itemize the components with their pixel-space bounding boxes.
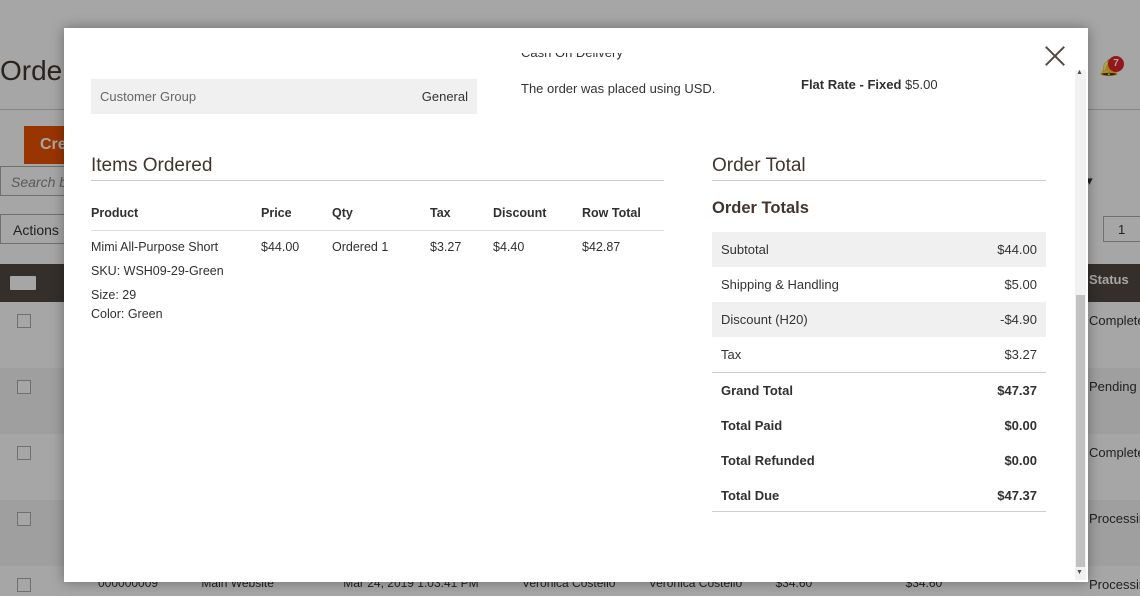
product-sku: SKU: WSH09-29-Green — [91, 264, 224, 278]
customer-group-label: Customer Group — [100, 89, 197, 104]
customer-group-row: Customer Group General — [91, 79, 477, 114]
totals-value: $44.00 — [997, 242, 1037, 257]
totals-row-shipping: Shipping & Handling $5.00 — [712, 267, 1046, 302]
totals-value: $5.00 — [1004, 277, 1037, 292]
order-totals-subtitle: Order Totals — [712, 199, 809, 217]
totals-label: Subtotal — [721, 242, 769, 257]
item-row-total: $42.87 — [582, 240, 621, 254]
item-discount: $4.40 — [493, 240, 525, 254]
column-header-discount: Discount — [493, 206, 547, 220]
totals-value: $0.00 — [1004, 453, 1037, 468]
totals-value: -$4.90 — [1000, 312, 1037, 327]
shipping-method-name: Flat Rate - Fixed — [801, 77, 902, 92]
divider — [91, 230, 664, 231]
shipping-method: Flat Rate - Fixed $5.00 — [801, 77, 938, 92]
column-header-price: Price — [261, 206, 292, 220]
totals-row-total-paid: Total Paid $0.00 — [712, 408, 1046, 443]
divider — [712, 180, 1046, 181]
totals-row-total-due: Total Due $47.37 — [712, 478, 1046, 513]
totals-label: Grand Total — [721, 383, 793, 398]
scrollbar-thumb[interactable] — [1076, 295, 1085, 567]
divider — [712, 511, 1046, 512]
totals-label: Total Due — [721, 488, 780, 503]
column-header-product: Product — [91, 206, 139, 220]
totals-value: $3.27 — [1004, 347, 1037, 362]
item-qty: Ordered 1 — [332, 240, 389, 254]
totals-label: Shipping & Handling — [721, 277, 839, 292]
column-header-qty: Qty — [332, 206, 353, 220]
totals-value: $47.37 — [997, 383, 1037, 398]
totals-label: Total Paid — [721, 418, 783, 433]
product-name: Mimi All-Purpose Short — [91, 240, 219, 254]
product-color: Color: Green — [91, 307, 163, 321]
shipping-method-price: $5.00 — [905, 77, 938, 92]
totals-row-grand-total: Grand Total $47.37 — [712, 373, 1046, 408]
totals-value: $47.37 — [997, 488, 1037, 503]
customer-group-value: General — [421, 89, 468, 104]
totals-row-total-refunded: Total Refunded $0.00 — [712, 443, 1046, 478]
order-currency-note: The order was placed using USD. — [521, 81, 716, 96]
totals-row-tax: Tax $3.27 — [712, 337, 1046, 372]
order-view-modal: ▲ ▼ Cash On Delivery Customer Group Gene… — [64, 28, 1088, 582]
product-size: Size: 29 — [91, 288, 137, 302]
totals-label: Discount (H20) — [721, 312, 808, 327]
order-total-title: Order Total — [712, 155, 806, 176]
totals-label: Total Refunded — [721, 453, 815, 468]
items-ordered-title: Items Ordered — [91, 155, 213, 176]
totals-row-discount: Discount (H20) -$4.90 — [712, 302, 1046, 337]
column-header-tax: Tax — [430, 206, 451, 220]
column-header-row-total: Row Total — [582, 206, 641, 220]
totals-label: Tax — [721, 347, 742, 362]
item-tax: $3.27 — [430, 240, 462, 254]
scroll-up-arrow-icon[interactable]: ▲ — [1076, 69, 1083, 76]
divider — [91, 180, 664, 181]
totals-row-subtotal: Subtotal $44.00 — [712, 232, 1046, 267]
totals-value: $0.00 — [1004, 418, 1037, 433]
item-price: $44.00 — [261, 240, 300, 254]
close-icon[interactable] — [1044, 45, 1066, 67]
scroll-down-arrow-icon[interactable]: ▼ — [1076, 569, 1083, 576]
payment-method: Cash On Delivery — [521, 53, 623, 69]
